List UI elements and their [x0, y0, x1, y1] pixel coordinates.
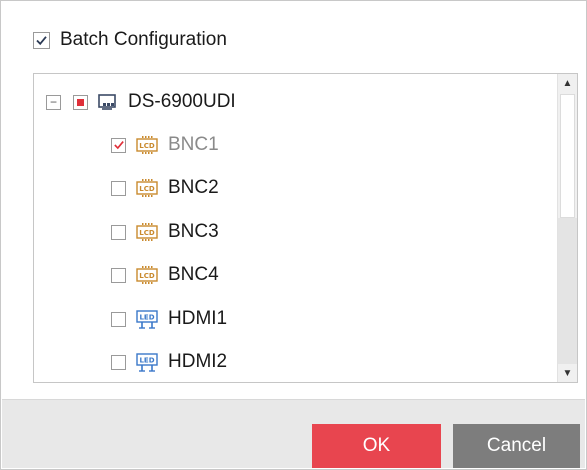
tree-item-bnc3[interactable]: LCD BNC3: [34, 212, 557, 252]
bnc2-checkbox[interactable]: [111, 180, 126, 196]
checkmark-icon: [36, 35, 47, 45]
scroll-track[interactable]: [558, 218, 577, 364]
tree-root-row[interactable]: − DS-6900UDI: [34, 82, 557, 122]
ok-button[interactable]: OK: [312, 424, 441, 468]
svg-text:LCD: LCD: [139, 185, 155, 193]
dialog-footer: OK Cancel: [2, 399, 585, 468]
lcd-icon: LCD: [136, 222, 158, 242]
scroll-down-button[interactable]: ▼: [558, 364, 577, 382]
batch-config-dialog: Batch Configuration − DS-6900UDI LCD BNC…: [0, 0, 587, 470]
lcd-icon: LCD: [136, 178, 158, 198]
tree-item-bnc1[interactable]: LCD BNC1: [34, 125, 557, 165]
device-name: DS-6900UDI: [128, 91, 236, 112]
device-icon: [98, 93, 118, 111]
channel-label: BNC2: [168, 177, 219, 198]
svg-text:LCD: LCD: [139, 142, 155, 150]
svg-text:LCD: LCD: [139, 272, 155, 280]
collapse-toggle[interactable]: −: [46, 94, 61, 110]
led-icon: LED: [136, 352, 158, 372]
batch-configuration-checkbox[interactable]: [33, 31, 50, 49]
checkmark-icon: [113, 141, 124, 150]
tree-item-hdmi1[interactable]: LED HDMI1: [34, 299, 557, 339]
tree-content: − DS-6900UDI LCD BNC1 LCD BNC2 LCD BNC3 …: [34, 74, 557, 382]
channel-label: BNC3: [168, 221, 219, 242]
vertical-scrollbar[interactable]: ▲ ▼: [557, 74, 577, 382]
batch-configuration-label: Batch Configuration: [60, 29, 227, 50]
svg-text:LED: LED: [139, 357, 154, 365]
tree-item-bnc4[interactable]: LCD BNC4: [34, 255, 557, 295]
lcd-icon: LCD: [136, 265, 158, 285]
lcd-icon: LCD: [136, 135, 158, 155]
hdmi1-checkbox[interactable]: [111, 311, 126, 327]
batch-configuration-row[interactable]: Batch Configuration: [33, 29, 227, 51]
channel-label: HDMI2: [168, 351, 228, 372]
bnc1-checkbox[interactable]: [111, 137, 126, 153]
bnc4-checkbox[interactable]: [111, 267, 126, 283]
scroll-thumb[interactable]: [560, 94, 575, 218]
svg-text:LED: LED: [139, 314, 154, 322]
channel-label: BNC1: [168, 134, 219, 155]
channel-tree: − DS-6900UDI LCD BNC1 LCD BNC2 LCD BNC3 …: [33, 73, 578, 383]
channel-label: BNC4: [168, 264, 219, 285]
root-checkbox-partial[interactable]: [73, 94, 88, 110]
cancel-button[interactable]: Cancel: [453, 424, 580, 468]
svg-text:LCD: LCD: [139, 229, 155, 237]
led-icon: LED: [136, 309, 158, 329]
scroll-up-button[interactable]: ▲: [558, 74, 577, 92]
channel-label: HDMI1: [168, 308, 228, 329]
tree-item-bnc2[interactable]: LCD BNC2: [34, 168, 557, 208]
hdmi2-checkbox[interactable]: [111, 354, 126, 370]
tree-item-hdmi2[interactable]: LED HDMI2: [34, 342, 557, 382]
bnc3-checkbox[interactable]: [111, 224, 126, 240]
